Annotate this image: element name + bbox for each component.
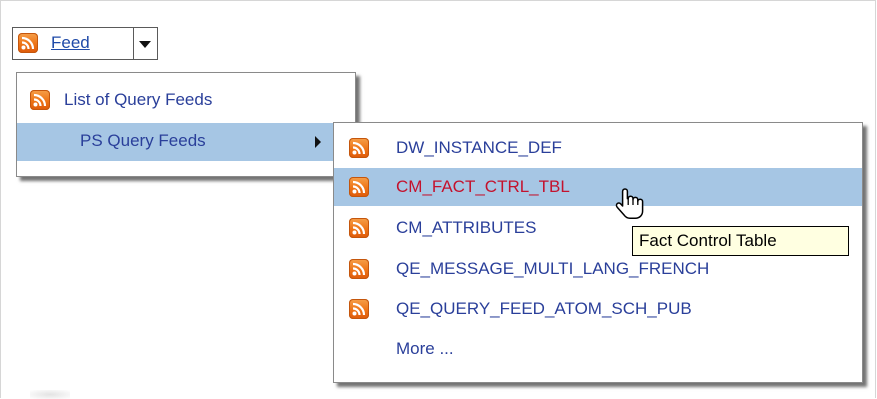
feed-dropdown-menu: List of Query Feeds PS Query Feeds [16,72,356,177]
chevron-right-icon [315,136,321,148]
rss-icon [18,33,38,53]
submenu-item-label: QE_MESSAGE_MULTI_LANG_FRENCH [396,259,710,278]
rss-icon [349,299,369,319]
menu-item-list-of-query-feeds[interactable]: List of Query Feeds [17,81,355,119]
submenu-item-cm-fact-ctrl-tbl[interactable]: CM_FACT_CTRL_TBL [334,168,862,206]
rss-icon [349,218,369,238]
menu-item-ps-query-feeds[interactable]: PS Query Feeds [17,123,355,161]
chevron-down-icon[interactable] [139,41,151,48]
feed-button-divider [133,28,134,59]
menu-item-label: List of Query Feeds [64,90,213,109]
submenu-item-label: DW_INSTANCE_DEF [396,138,562,157]
submenu-item-qe-query-feed-atom-sch-pub[interactable]: QE_QUERY_FEED_ATOM_SCH_PUB [334,290,862,328]
submenu-item-more[interactable]: More ... [334,331,862,369]
rss-icon [349,138,369,158]
rss-icon [30,90,50,110]
menu-item-label: PS Query Feeds [80,131,206,150]
background-artifact [30,390,70,399]
tooltip: Fact Control Table [632,226,849,256]
submenu-item-label: More ... [396,339,454,358]
submenu-item-label: CM_FACT_CTRL_TBL [396,177,570,196]
feed-link[interactable]: Feed [51,33,90,53]
submenu-item-dw-instance-def[interactable]: DW_INSTANCE_DEF [334,129,862,167]
submenu-item-label: QE_QUERY_FEED_ATOM_SCH_PUB [396,299,692,318]
submenu-item-label: CM_ATTRIBUTES [396,218,537,237]
rss-icon [349,177,369,197]
feed-button[interactable]: Feed [12,27,158,60]
rss-icon [349,259,369,279]
hand-cursor-icon [615,187,647,228]
